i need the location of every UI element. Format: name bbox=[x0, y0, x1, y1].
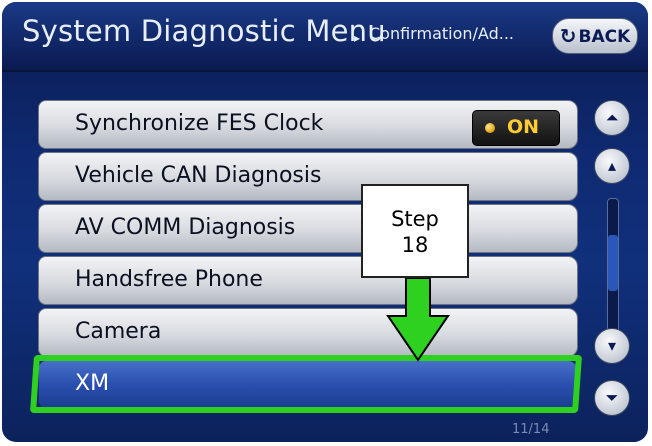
page-down-icon: ⏷ bbox=[605, 388, 619, 407]
scroll-up-icon: ▴ bbox=[607, 156, 617, 175]
page-down-button[interactable]: ⏷ bbox=[594, 380, 630, 416]
scrollbar-track[interactable] bbox=[607, 198, 619, 334]
scrollbar-thumb[interactable] bbox=[608, 235, 618, 291]
page-indicator: 11/14 bbox=[512, 422, 550, 437]
nav-screen: System Diagnostic Menu ▸ Confirmation/Ad… bbox=[2, 2, 648, 442]
menu-item-av-comm-diagnosis[interactable]: AV COMM Diagnosis bbox=[38, 204, 578, 253]
breadcrumb: Confirmation/Ad... bbox=[369, 24, 514, 43]
back-button[interactable]: ↻ BACK bbox=[552, 18, 638, 54]
menu-item-label: AV COMM Diagnosis bbox=[75, 215, 296, 240]
back-label: BACK bbox=[578, 27, 631, 47]
header-bar: System Diagnostic Menu ▸ Confirmation/Ad… bbox=[2, 2, 648, 72]
back-icon: ↻ bbox=[559, 24, 577, 48]
status-dot-icon bbox=[485, 123, 495, 133]
page-up-button[interactable]: ⏶ bbox=[594, 100, 630, 136]
menu-item-camera[interactable]: Camera bbox=[38, 308, 578, 357]
on-label: ON bbox=[507, 116, 540, 138]
page-title: System Diagnostic Menu bbox=[22, 14, 386, 48]
menu-item-handsfree-phone[interactable]: Handsfree Phone bbox=[38, 256, 578, 305]
scroll-down-button[interactable]: ▾ bbox=[594, 328, 630, 364]
page-up-icon: ⏶ bbox=[605, 108, 619, 127]
breadcrumb-arrow-icon: ▸ bbox=[354, 31, 361, 45]
on-indicator: ON bbox=[472, 110, 560, 146]
menu-item-label: Vehicle CAN Diagnosis bbox=[75, 163, 322, 188]
selection-highlight-box bbox=[29, 355, 583, 413]
scroll-down-icon: ▾ bbox=[607, 336, 617, 355]
menu-item-vehicle-can-diagnosis[interactable]: Vehicle CAN Diagnosis bbox=[38, 152, 578, 201]
menu-item-label: Handsfree Phone bbox=[75, 267, 263, 292]
scroll-up-button[interactable]: ▴ bbox=[594, 148, 630, 184]
step-callout: Step 18 bbox=[361, 184, 469, 278]
down-arrow-icon bbox=[386, 278, 450, 362]
step-number: 18 bbox=[401, 233, 429, 257]
menu-item-label: Camera bbox=[75, 319, 162, 344]
step-word: Step bbox=[391, 207, 439, 231]
menu-item-label: Synchronize FES Clock bbox=[75, 111, 324, 136]
